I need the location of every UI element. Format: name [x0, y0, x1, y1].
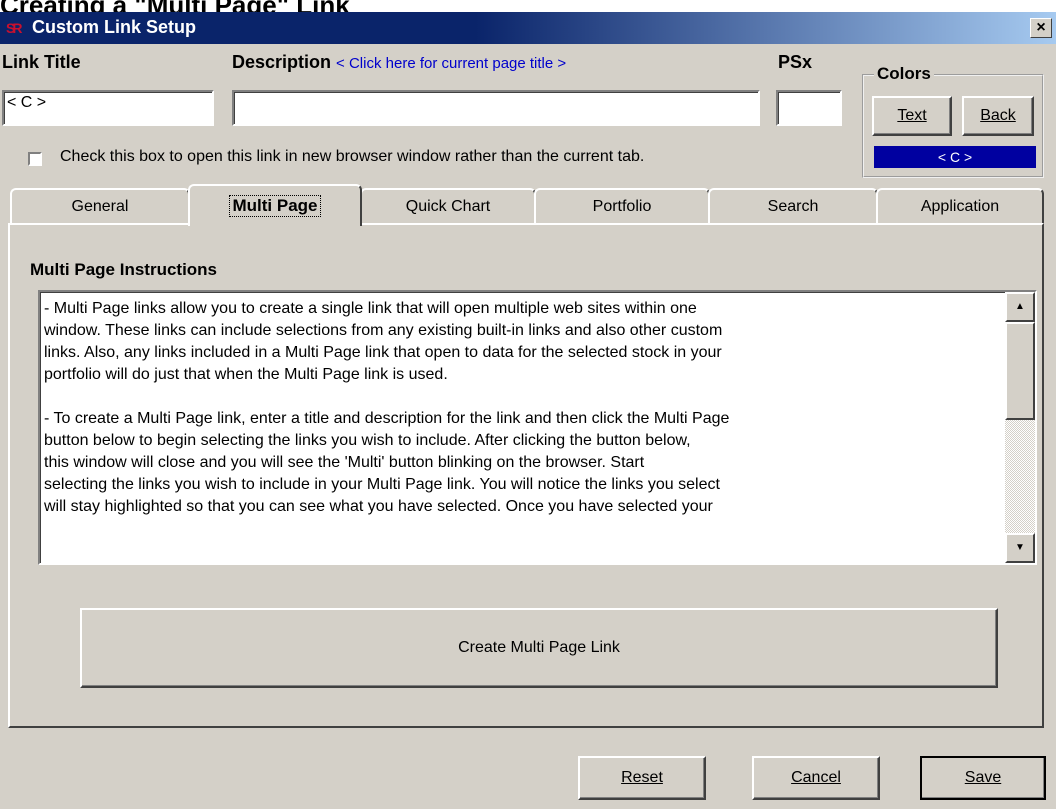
color-sample: < C > — [874, 146, 1036, 168]
link-title-label: Link Title — [2, 52, 81, 72]
back-color-button[interactable]: Back — [962, 96, 1034, 136]
tab-quick-chart[interactable]: Quick Chart — [360, 188, 536, 224]
save-button-label: Save — [964, 769, 1002, 786]
instructions-paragraph: - To create a Multi Page link, enter a t… — [44, 408, 1004, 518]
scroll-up-arrow-icon[interactable]: ▲ — [1005, 292, 1035, 322]
new-window-checkbox-label: Check this box to open this link in new … — [60, 148, 645, 165]
create-multi-page-link-button[interactable]: Create Multi Page Link — [80, 608, 998, 688]
instructions-line: button below to begin selecting the link… — [44, 432, 691, 449]
instructions-paragraph: - Multi Page links allow you to create a… — [44, 298, 1004, 386]
cancel-button-label: Cancel — [791, 769, 841, 786]
text-color-button[interactable]: Text — [872, 96, 952, 136]
tab-multi-page-label: Multi Page — [229, 195, 321, 217]
title-bar[interactable]: SR Custom Link Setup × — [0, 12, 1056, 44]
new-window-checkbox[interactable] — [28, 152, 42, 166]
instructions-text: - Multi Page links allow you to create a… — [44, 298, 1004, 540]
tab-portfolio[interactable]: Portfolio — [534, 188, 710, 224]
reset-button-label: Reset — [621, 769, 663, 786]
tab-portfolio-label: Portfolio — [592, 198, 652, 215]
text-color-button-label: Text — [897, 107, 927, 124]
sr-app-icon: SR — [6, 20, 22, 36]
instructions-title: Multi Page Instructions — [30, 260, 218, 279]
window-title: Custom Link Setup — [32, 17, 197, 37]
description-label-group: Description < Click here for current pag… — [232, 52, 566, 73]
close-button[interactable]: × — [1030, 18, 1052, 38]
cancel-button[interactable]: Cancel — [752, 756, 880, 800]
scroll-thumb[interactable] — [1005, 322, 1035, 420]
tab-search[interactable]: Search — [708, 188, 878, 224]
tab-application[interactable]: Application — [876, 188, 1044, 224]
instructions-line: this window will close and you will see … — [44, 454, 645, 471]
instructions-line: portfolio will do just that when the Mul… — [44, 366, 448, 383]
instructions-line: window. These links can include selectio… — [44, 322, 723, 339]
instructions-line: will stay highlighted so that you can se… — [44, 498, 713, 515]
tab-quick-chart-label: Quick Chart — [405, 198, 491, 215]
instructions-line: - To create a Multi Page link, enter a t… — [44, 410, 730, 427]
instructions-textarea[interactable]: - Multi Page links allow you to create a… — [38, 290, 1037, 565]
colors-group-title: Colors — [874, 64, 934, 84]
custom-link-setup-dialog: SR Custom Link Setup × Link Title Descri… — [0, 12, 1056, 809]
tab-search-label: Search — [767, 198, 819, 215]
instructions-line: - Multi Page links allow you to create a… — [44, 300, 697, 317]
back-color-button-label: Back — [980, 107, 1016, 124]
instructions-line: selecting the links you wish to include … — [44, 476, 720, 493]
psx-input[interactable] — [776, 90, 842, 126]
tab-general-label: General — [71, 198, 129, 215]
save-button[interactable]: Save — [920, 756, 1046, 800]
page-heading: Creating a "Multi Page" Link — [0, 0, 600, 12]
scroll-down-arrow-icon[interactable]: ▼ — [1005, 533, 1035, 563]
current-page-title-link[interactable]: < Click here for current page title > — [336, 55, 566, 72]
reset-button[interactable]: Reset — [578, 756, 706, 800]
tab-application-label: Application — [920, 198, 1000, 215]
description-label: Description — [232, 52, 332, 72]
tab-general[interactable]: General — [10, 188, 190, 224]
description-input[interactable] — [232, 90, 760, 126]
link-title-input[interactable]: < C > — [2, 90, 214, 126]
instructions-line: links. Also, any links included in a Mul… — [44, 344, 722, 361]
tab-multi-page[interactable]: Multi Page — [188, 184, 362, 226]
psx-label: PSx — [778, 52, 813, 72]
vertical-scrollbar[interactable]: ▲ ▼ — [1005, 292, 1035, 563]
